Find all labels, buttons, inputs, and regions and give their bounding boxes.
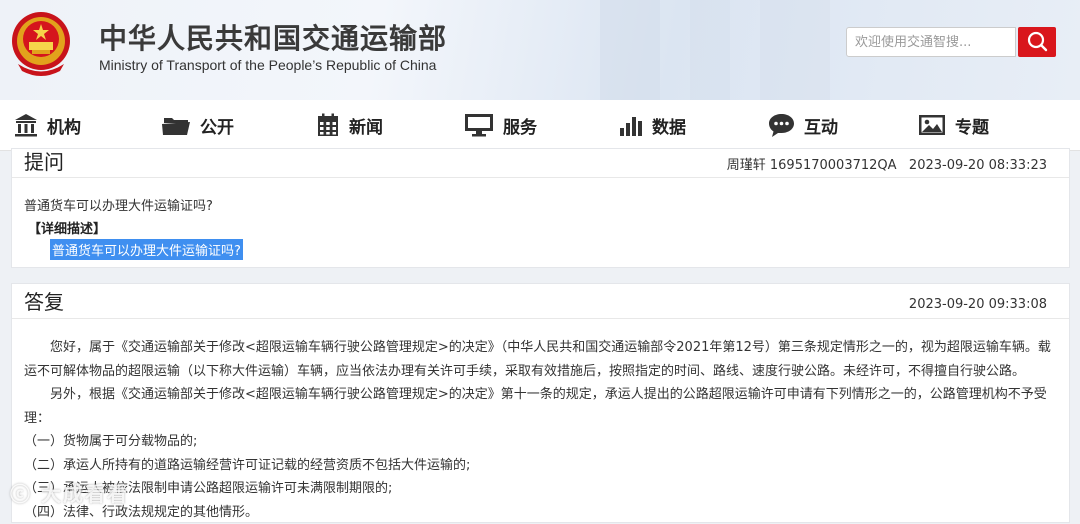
- question-meta: 周瑾轩 1695170003712QA 2023-09-20 08:33:23: [727, 154, 1047, 173]
- answer-meta: 2023-09-20 09:33:08: [909, 297, 1047, 312]
- site-subtitle: Ministry of Transport of the People’s Re…: [99, 57, 436, 73]
- main-nav: 机构 公开 新闻 服务: [0, 100, 1080, 151]
- answer-body: 您好，属于《交通运输部关于修改<超限运输车辆行驶公路管理规定>的决定》（中华人民…: [24, 336, 1056, 524]
- question-heading: 提问: [24, 149, 64, 175]
- answer-header: 答复 2023-09-20 09:33:08: [12, 284, 1069, 319]
- search-icon: [1018, 27, 1056, 57]
- question-header: 提问 周瑾轩 1695170003712QA 2023-09-20 08:33:…: [12, 149, 1069, 178]
- answer-panel: 答复 2023-09-20 09:33:08 您好，属于《交通运输部关于修改<超…: [11, 283, 1070, 523]
- answer-list-item: （四）法律、行政法规规定的其他情形。: [24, 501, 1056, 524]
- header-bg-building: [760, 0, 830, 100]
- site-header: 中华人民共和国交通运输部 Ministry of Transport of th…: [0, 0, 1080, 100]
- nav-item-shuju[interactable]: 数据: [619, 100, 686, 150]
- image-icon: [918, 114, 946, 136]
- calendar-icon: [316, 113, 340, 137]
- monitor-icon: [464, 113, 494, 137]
- answer-list-item: （一）货物属于可分载物品的;: [24, 430, 1056, 454]
- nav-label: 机构: [47, 113, 81, 138]
- nav-item-fuwu[interactable]: 服务: [464, 100, 537, 150]
- national-emblem-icon[interactable]: [10, 9, 72, 77]
- answer-list-item: （三）承运人被依法限制申请公路超限运输许可未满限制期限的;: [24, 477, 1056, 501]
- search-button[interactable]: [1018, 27, 1056, 57]
- answer-list-item: （二）承运人所持有的道路运输经营许可证记载的经营资质不包括大件运输的;: [24, 454, 1056, 478]
- watermark: ⓒ 大成看看: [10, 478, 129, 507]
- header-bg-building: [600, 0, 660, 100]
- search-input[interactable]: [846, 27, 1016, 57]
- nav-item-hudong[interactable]: 互动: [768, 100, 838, 150]
- nav-item-xinwen[interactable]: 新闻: [316, 100, 383, 150]
- detail-text-selected[interactable]: 普通货车可以办理大件运输证吗?: [50, 239, 243, 260]
- site-title[interactable]: 中华人民共和国交通运输部: [99, 17, 447, 57]
- detail-label: 【详细描述】: [28, 218, 106, 237]
- nav-label: 互动: [804, 113, 838, 138]
- watermark-mark-icon: ⓒ: [10, 482, 41, 506]
- nav-item-gongkai[interactable]: 公开: [161, 100, 234, 150]
- answer-paragraph: 您好，属于《交通运输部关于修改<超限运输车辆行驶公路管理规定>的决定》（中华人民…: [24, 336, 1056, 383]
- chat-bubble-icon: [768, 113, 795, 137]
- nav-label: 新闻: [349, 113, 383, 138]
- answer-paragraph: 另外，根据《交通运输部关于修改<超限运输车辆行驶公路管理规定>的决定》第十一条的…: [24, 383, 1056, 430]
- question-panel: 提问 周瑾轩 1695170003712QA 2023-09-20 08:33:…: [11, 148, 1070, 268]
- header-bg-building: [690, 0, 730, 100]
- nav-label: 数据: [652, 113, 686, 138]
- nav-label: 公开: [200, 113, 234, 138]
- building-icon: [14, 113, 38, 137]
- bar-chart-icon: [619, 113, 643, 137]
- nav-label: 服务: [503, 113, 537, 138]
- nav-item-jigou[interactable]: 机构: [14, 100, 81, 150]
- watermark-text: 大成看看: [41, 482, 129, 506]
- answer-heading: 答复: [24, 289, 64, 315]
- question-text: 普通货车可以办理大件运输证吗?: [24, 195, 213, 214]
- folder-icon: [161, 114, 191, 136]
- nav-item-zhuanti[interactable]: 专题: [918, 100, 989, 150]
- nav-label: 专题: [955, 113, 989, 138]
